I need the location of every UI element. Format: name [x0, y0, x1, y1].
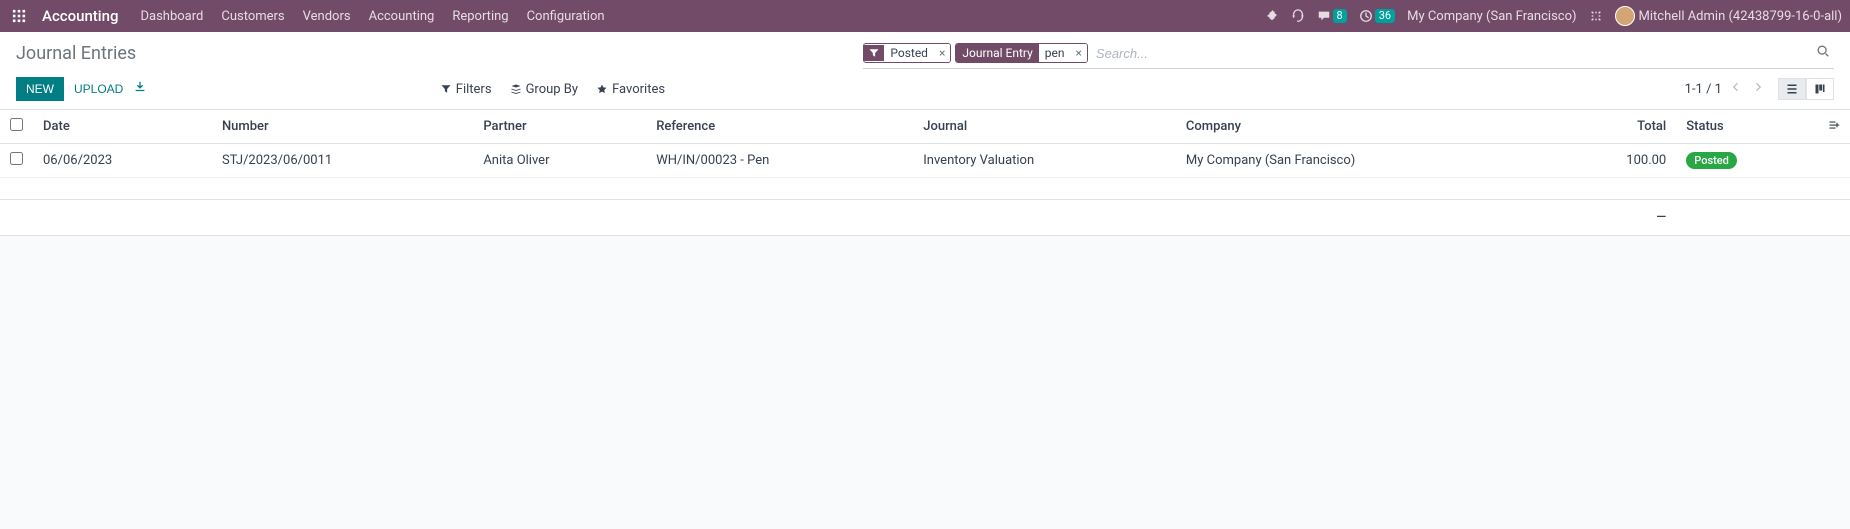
col-status[interactable]: Status [1676, 110, 1818, 144]
pager-prev[interactable] [1728, 79, 1744, 99]
col-number[interactable]: Number [212, 110, 473, 144]
entries-table: Date Number Partner Reference Journal Co… [0, 110, 1850, 236]
activities-icon[interactable]: 36 [1359, 9, 1395, 23]
search-box[interactable]: Posted × Journal Entry pen × [863, 38, 1834, 69]
cell-number: STJ/2023/06/0011 [212, 144, 473, 178]
favorites-button[interactable]: Favorites [596, 82, 665, 97]
facet-label: Journal Entry [956, 44, 1038, 62]
groupby-label: Group By [526, 82, 579, 97]
nav-item-accounting[interactable]: Accounting [369, 9, 435, 24]
col-company[interactable]: Company [1176, 110, 1556, 144]
cell-reference: WH/IN/00023 - Pen [646, 144, 913, 178]
bug-icon[interactable] [1265, 9, 1279, 23]
select-all-checkbox[interactable] [10, 118, 23, 131]
nav-left: Accounting Dashboard Customers Vendors A… [8, 5, 605, 27]
nav-item-customers[interactable]: Customers [221, 9, 284, 24]
top-navbar: Accounting Dashboard Customers Vendors A… [0, 0, 1850, 32]
filters-label: Filters [456, 82, 492, 97]
company-switcher[interactable]: My Company (San Francisco) [1407, 9, 1576, 24]
search-facet-journal-entry: Journal Entry pen × [955, 43, 1088, 63]
list-view-button[interactable] [1778, 78, 1806, 100]
facet-remove[interactable]: × [934, 44, 950, 62]
col-total[interactable]: Total [1556, 110, 1676, 144]
filter-icon [864, 45, 884, 61]
pager-range[interactable]: 1-1 / 1 [1685, 82, 1722, 97]
summary-total: — [1656, 210, 1666, 225]
kanban-view-button[interactable] [1806, 78, 1834, 100]
filters-button[interactable]: Filters [440, 82, 492, 97]
col-partner[interactable]: Partner [473, 110, 646, 144]
status-badge: Posted [1686, 152, 1737, 169]
search-input[interactable] [1092, 44, 1812, 63]
table-header-row: Date Number Partner Reference Journal Co… [0, 110, 1850, 144]
messages-badge: 8 [1333, 9, 1347, 23]
user-name: Mitchell Admin (42438799-16-0-all) [1639, 9, 1842, 24]
apps-icon[interactable] [8, 5, 30, 27]
upload-button[interactable]: UPLOAD [74, 82, 123, 96]
pager: 1-1 / 1 [1685, 79, 1766, 99]
avatar [1615, 6, 1635, 26]
list-view: Date Number Partner Reference Journal Co… [0, 110, 1850, 236]
breadcrumb: Journal Entries [16, 43, 136, 64]
control-panel: Journal Entries Posted × Journal Entry p… [0, 32, 1850, 110]
col-journal[interactable]: Journal [913, 110, 1176, 144]
download-icon[interactable] [133, 80, 147, 98]
nav-menu: Dashboard Customers Vendors Accounting R… [140, 9, 604, 24]
table-row[interactable]: 06/06/2023 STJ/2023/06/0011 Anita Oliver… [0, 144, 1850, 178]
cell-date: 06/06/2023 [33, 144, 212, 178]
nav-item-reporting[interactable]: Reporting [452, 9, 508, 24]
cell-journal: Inventory Valuation [913, 144, 1176, 178]
col-reference[interactable]: Reference [646, 110, 913, 144]
groupby-button[interactable]: Group By [510, 82, 579, 97]
new-button[interactable]: NEW [16, 77, 64, 101]
summary-row: — [0, 200, 1850, 236]
nav-item-configuration[interactable]: Configuration [527, 9, 605, 24]
pager-next[interactable] [1750, 79, 1766, 99]
action-buttons: NEW UPLOAD [16, 77, 147, 101]
row-checkbox[interactable] [10, 152, 23, 165]
spacer-row [0, 178, 1850, 200]
search-icon[interactable] [1812, 40, 1834, 66]
nav-item-dashboard[interactable]: Dashboard [140, 9, 203, 24]
search-facet-posted: Posted × [863, 43, 951, 63]
favorites-label: Favorites [612, 82, 665, 97]
optional-columns-icon[interactable] [1828, 120, 1840, 135]
app-brand[interactable]: Accounting [42, 7, 118, 25]
cell-total: 100.00 [1556, 144, 1676, 178]
nav-item-vendors[interactable]: Vendors [303, 9, 351, 24]
facet-label: Posted [884, 44, 934, 62]
activities-badge: 36 [1375, 9, 1395, 23]
user-menu[interactable]: Mitchell Admin (42438799-16-0-all) [1615, 6, 1842, 26]
debug-icon[interactable] [1589, 9, 1603, 23]
cell-partner: Anita Oliver [473, 144, 646, 178]
nav-right: 8 36 My Company (San Francisco) Mitchell… [1265, 6, 1842, 26]
col-date[interactable]: Date [33, 110, 212, 144]
support-icon[interactable] [1291, 9, 1305, 23]
search-options: Filters Group By Favorites [440, 82, 1392, 97]
view-switcher [1778, 78, 1834, 100]
messages-icon[interactable]: 8 [1317, 9, 1347, 23]
facet-value: pen [1039, 44, 1071, 62]
facet-remove[interactable]: × [1071, 44, 1087, 62]
cell-company: My Company (San Francisco) [1176, 144, 1556, 178]
